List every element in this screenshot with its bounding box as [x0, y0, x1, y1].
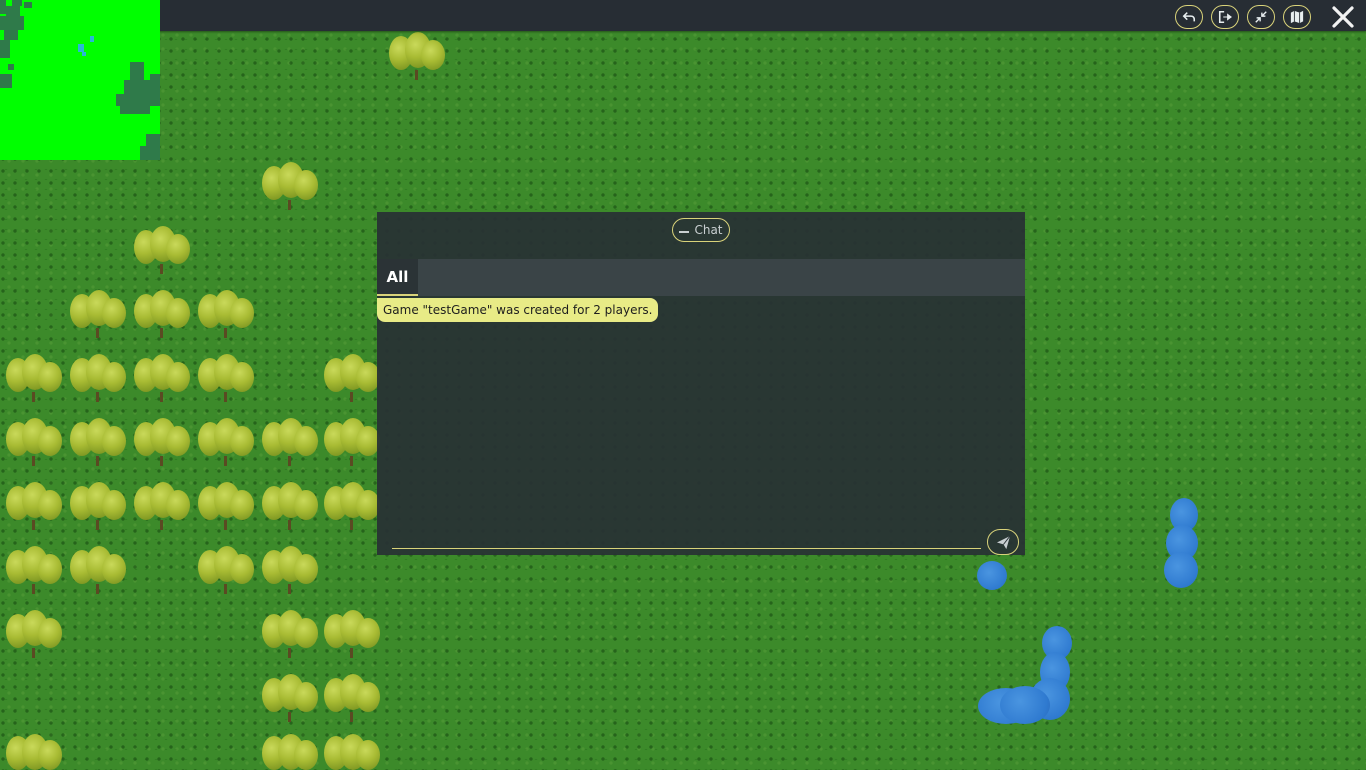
tree	[260, 416, 320, 472]
undo-button[interactable]	[1175, 5, 1203, 29]
tree	[4, 416, 64, 472]
tree	[4, 544, 64, 600]
tree	[260, 712, 320, 770]
chat-title: Chat	[694, 223, 723, 237]
map-icon	[1290, 10, 1304, 24]
undo-icon	[1182, 12, 1196, 22]
tree	[132, 288, 192, 344]
tree	[260, 480, 320, 536]
tree	[196, 288, 256, 344]
tree	[132, 352, 192, 408]
chat-collapse-button[interactable]: Chat	[672, 218, 730, 242]
tree	[132, 416, 192, 472]
close-icon	[1332, 6, 1354, 28]
minimap[interactable]	[0, 0, 160, 160]
tree	[132, 480, 192, 536]
tree	[322, 416, 382, 472]
tree	[68, 416, 128, 472]
tree	[4, 352, 64, 408]
tree	[196, 480, 256, 536]
top-toolbar	[0, 0, 1366, 31]
tree	[4, 712, 64, 770]
tree	[260, 160, 320, 216]
tree	[132, 224, 192, 280]
tree	[68, 544, 128, 600]
tree	[322, 608, 382, 664]
tree	[68, 480, 128, 536]
tree	[68, 288, 128, 344]
chat-message: Game "testGame" was created for 2 player…	[377, 298, 659, 322]
tree	[196, 416, 256, 472]
exit-icon	[1218, 10, 1232, 24]
chat-input[interactable]	[392, 530, 981, 549]
exit-button[interactable]	[1211, 5, 1239, 29]
send-icon	[996, 535, 1010, 549]
minimize-icon	[1255, 11, 1267, 23]
tree	[196, 544, 256, 600]
minimize-button[interactable]	[1247, 5, 1275, 29]
tree	[260, 544, 320, 600]
tree	[196, 352, 256, 408]
tree	[322, 352, 382, 408]
tree	[260, 608, 320, 664]
close-button[interactable]	[1330, 4, 1356, 30]
tree	[322, 712, 382, 770]
chat-tab-bar: All	[377, 259, 1025, 296]
tab-all[interactable]: All	[377, 259, 418, 296]
tree	[4, 480, 64, 536]
tree	[322, 480, 382, 536]
tree	[68, 352, 128, 408]
tree	[387, 30, 447, 86]
chat-panel: Chat All Game "testGame" was created for…	[377, 212, 1025, 555]
send-button[interactable]	[987, 529, 1019, 555]
tree	[4, 608, 64, 664]
map-button[interactable]	[1283, 5, 1311, 29]
minus-icon	[679, 230, 690, 233]
